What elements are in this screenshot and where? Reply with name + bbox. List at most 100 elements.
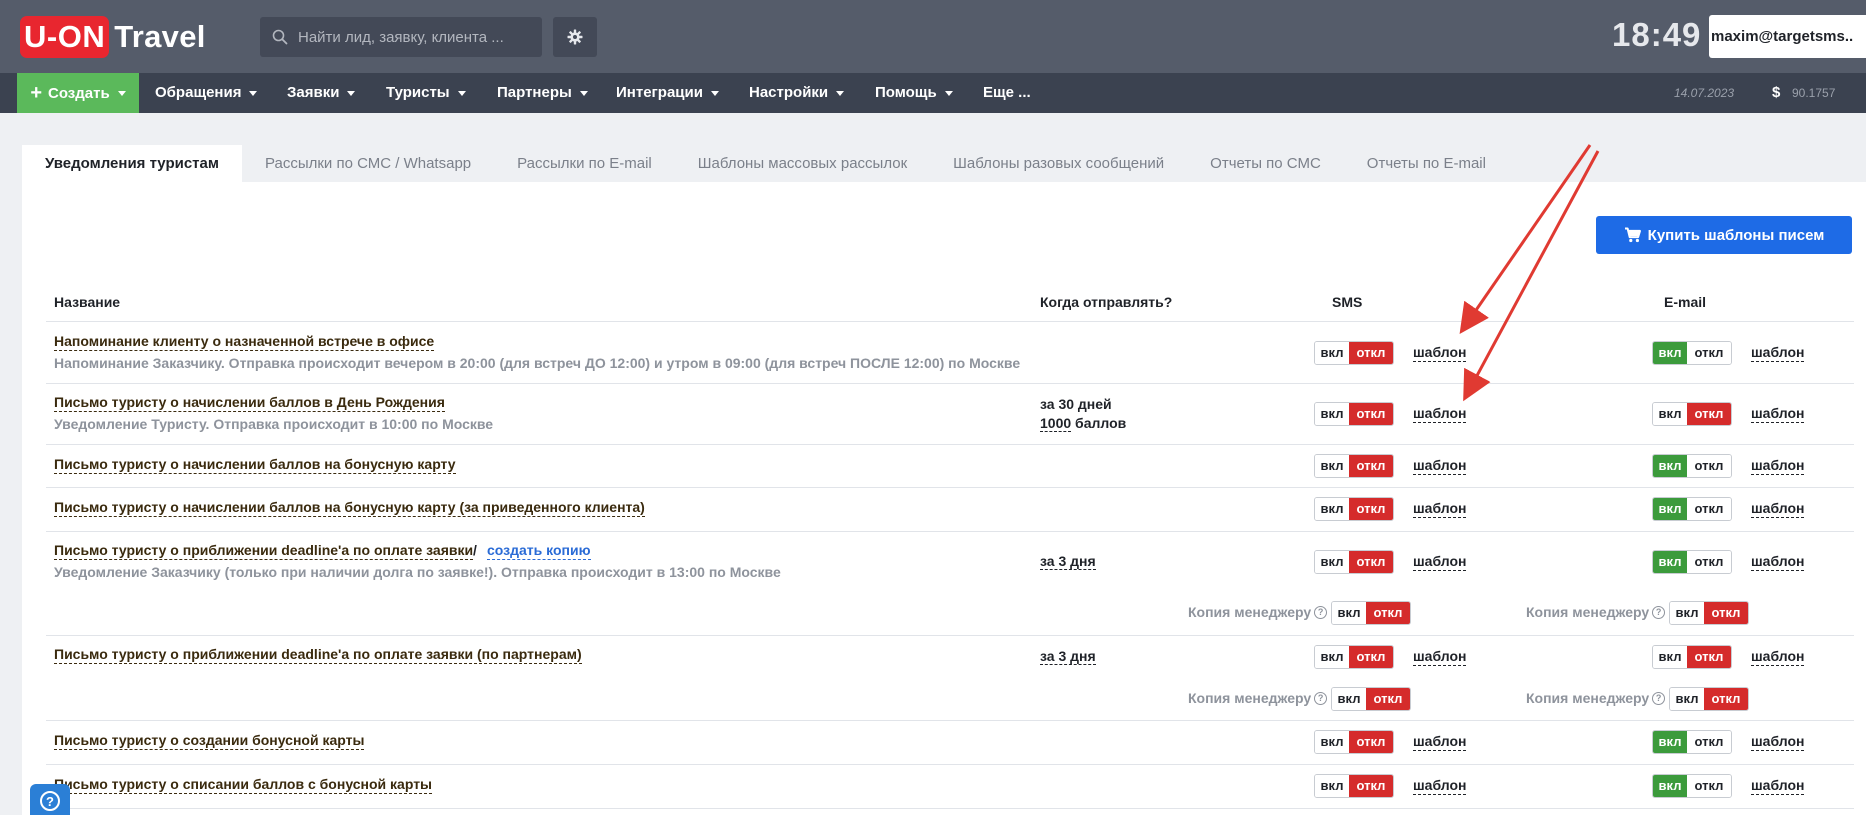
help-chat-button[interactable]: ? [30,784,70,815]
notification-title[interactable]: Письмо туристу о начислении баллов в Ден… [54,394,445,412]
toggle-off[interactable]: откл [1349,342,1393,364]
toggle-on[interactable]: вкл [1332,688,1366,710]
toggle-off[interactable]: откл [1366,602,1410,624]
tab-sms-reports[interactable]: Отчеты по СМС [1187,145,1344,182]
sms-template-link[interactable]: шаблон [1413,344,1467,362]
tab-sms-whatsapp[interactable]: Рассылки по СМС / Whatsapp [242,145,494,182]
toggle-off[interactable]: откл [1349,731,1393,753]
email-toggle[interactable]: вкл откл [1652,497,1732,521]
toggle-off[interactable]: откл [1687,403,1731,425]
toggle-off[interactable]: откл [1704,688,1748,710]
sms-template-link[interactable]: шаблон [1413,500,1467,518]
tab-email-reports[interactable]: Отчеты по E-mail [1344,145,1509,182]
buy-templates-button[interactable]: Купить шаблоны писем [1596,216,1852,254]
tab-email-mailings[interactable]: Рассылки по E-mail [494,145,675,182]
sms-toggle[interactable]: вкл откл [1314,497,1394,521]
help-icon[interactable]: ? [1314,691,1328,705]
toggle-on[interactable]: вкл [1315,498,1349,520]
toggle-on[interactable]: вкл [1653,646,1687,668]
email-template-link[interactable]: шаблон [1751,777,1805,795]
nav-item-integrations[interactable]: Интеграции [616,73,719,113]
toggle-off[interactable]: откл [1704,602,1748,624]
nav-item-settings[interactable]: Настройки [749,73,845,113]
copy-manager-email-toggle[interactable]: вкл откл [1669,601,1749,625]
toggle-off[interactable]: откл [1349,498,1393,520]
sms-template-link[interactable]: шаблон [1413,405,1467,423]
email-toggle[interactable]: вкл откл [1652,645,1732,669]
help-icon[interactable]: ? [1652,605,1666,619]
copy-manager-email-toggle[interactable]: вкл откл [1669,687,1749,711]
sms-toggle[interactable]: вкл откл [1314,550,1394,574]
toggle-on[interactable]: вкл [1653,551,1687,573]
toggle-on[interactable]: вкл [1653,731,1687,753]
toggle-on[interactable]: вкл [1315,455,1349,477]
toggle-off[interactable]: откл [1349,551,1393,573]
email-template-link[interactable]: шаблон [1751,733,1805,751]
toggle-on[interactable]: вкл [1332,602,1366,624]
toggle-on[interactable]: вкл [1653,342,1687,364]
email-toggle[interactable]: вкл откл [1652,730,1732,754]
notification-title[interactable]: Письмо туристу о приближении deadline'a … [54,542,474,560]
toggle-on[interactable]: вкл [1670,688,1704,710]
toggle-on[interactable]: вкл [1315,342,1349,364]
notification-title[interactable]: Письмо туристу о начислении баллов на бо… [54,456,456,474]
toggle-off[interactable]: откл [1349,455,1393,477]
email-toggle[interactable]: вкл откл [1652,341,1732,365]
email-toggle[interactable]: вкл откл [1652,402,1732,426]
send-when-link[interactable]: за 3 дня [1040,648,1096,665]
notification-title[interactable]: Письмо туристу о начислении баллов на бо… [54,499,645,517]
sms-toggle[interactable]: вкл откл [1314,730,1394,754]
toggle-off[interactable]: откл [1687,731,1731,753]
toggle-off[interactable]: откл [1687,775,1731,797]
sms-toggle[interactable]: вкл откл [1314,774,1394,798]
email-template-link[interactable]: шаблон [1751,648,1805,666]
bonus-points-number[interactable]: 1000 [1040,415,1072,432]
tab-single-templates[interactable]: Шаблоны разовых сообщений [930,145,1187,182]
toggle-on[interactable]: вкл [1315,775,1349,797]
tab-tourist-notifications[interactable]: Уведомления туристам [22,145,242,182]
toggle-off[interactable]: откл [1687,498,1731,520]
sms-toggle[interactable]: вкл откл [1314,341,1394,365]
email-template-link[interactable]: шаблон [1751,500,1805,518]
toggle-off[interactable]: откл [1687,455,1731,477]
sms-toggle[interactable]: вкл откл [1314,454,1394,478]
toggle-off[interactable]: откл [1687,646,1731,668]
email-toggle[interactable]: вкл откл [1652,454,1732,478]
nav-item-more[interactable]: Еще ... [983,73,1031,113]
toggle-on[interactable]: вкл [1653,498,1687,520]
email-template-link[interactable]: шаблон [1751,457,1805,475]
sms-template-link[interactable]: шаблон [1413,733,1467,751]
search-settings-button[interactable] [553,17,597,57]
help-icon[interactable]: ? [1314,605,1328,619]
logo[interactable]: U-ON Travel [20,16,206,58]
notification-title[interactable]: Письмо туристу о списании баллов с бонус… [54,776,433,794]
notification-title[interactable]: Письмо туристу о приближении deadline'a … [54,646,582,664]
nav-item-partners[interactable]: Партнеры [497,73,588,113]
nav-item-orders[interactable]: Заявки [287,73,356,113]
notification-title[interactable]: Напоминание клиенту о назначенной встреч… [54,333,435,351]
toggle-off[interactable]: откл [1349,646,1393,668]
create-copy-link[interactable]: создать копию [487,542,591,560]
sms-template-link[interactable]: шаблон [1413,777,1467,795]
tab-mass-templates[interactable]: Шаблоны массовых рассылок [675,145,930,182]
nav-item-help[interactable]: Помощь [875,73,953,113]
create-button[interactable]: + Создать [17,73,139,113]
toggle-off[interactable]: откл [1349,403,1393,425]
sms-toggle[interactable]: вкл откл [1314,402,1394,426]
toggle-on[interactable]: вкл [1315,646,1349,668]
toggle-off[interactable]: откл [1349,775,1393,797]
help-icon[interactable]: ? [1652,691,1666,705]
email-toggle[interactable]: вкл откл [1652,550,1732,574]
email-template-link[interactable]: шаблон [1751,405,1805,423]
email-toggle[interactable]: вкл откл [1652,774,1732,798]
notification-title[interactable]: Письмо туристу о создании бонусной карты [54,732,365,750]
toggle-on[interactable]: вкл [1653,455,1687,477]
toggle-on[interactable]: вкл [1670,602,1704,624]
toggle-off[interactable]: откл [1366,688,1410,710]
copy-manager-sms-toggle[interactable]: вкл откл [1331,601,1411,625]
nav-item-requests[interactable]: Обращения [155,73,258,113]
toggle-on[interactable]: вкл [1315,551,1349,573]
user-menu-button[interactable]: maxim@targetsms.. [1709,15,1866,58]
sms-toggle[interactable]: вкл откл [1314,645,1394,669]
sms-template-link[interactable]: шаблон [1413,553,1467,571]
